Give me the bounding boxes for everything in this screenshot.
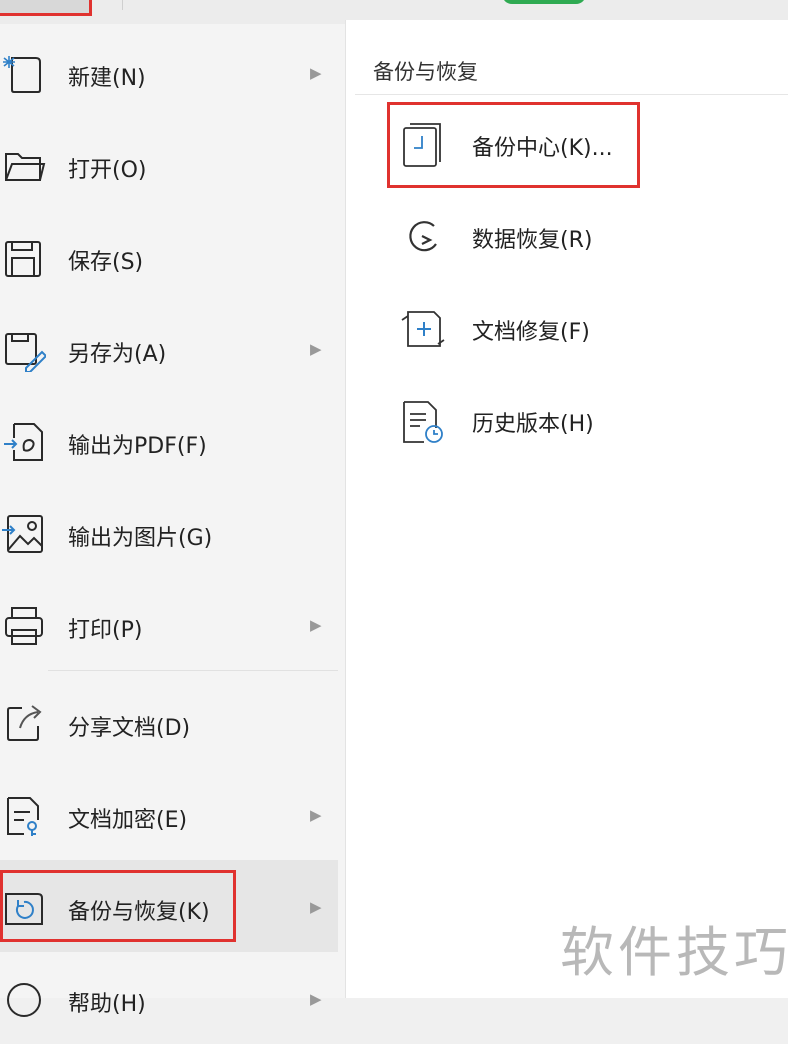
print-icon bbox=[2, 604, 46, 648]
green-action-button[interactable] bbox=[502, 0, 586, 4]
menu-item-label: 输出为PDF(F) bbox=[68, 434, 207, 459]
menu-item-label: 帮助(H) bbox=[68, 992, 146, 1017]
document-repair-icon bbox=[400, 306, 446, 352]
menu-item-new[interactable]: 新建(N) ▶ bbox=[0, 26, 338, 118]
menu-item-print[interactable]: 打印(P) ▶ bbox=[0, 578, 338, 670]
menu-item-save[interactable]: 保存(S) bbox=[0, 210, 338, 302]
submenu-arrow-icon: ▶ bbox=[310, 616, 322, 634]
toolbar-divider bbox=[122, 0, 123, 10]
history-version-icon bbox=[400, 398, 446, 444]
highlight-box-backup-restore bbox=[0, 870, 236, 942]
submenu-title-divider bbox=[355, 94, 788, 95]
menu-item-label: 打开(O) bbox=[68, 158, 147, 183]
save-icon bbox=[2, 236, 46, 280]
submenu-item-label: 文档修复(F) bbox=[472, 320, 590, 345]
submenu-item-history-version[interactable]: 历史版本(H) bbox=[400, 390, 780, 450]
menu-item-open[interactable]: 打开(O) bbox=[0, 118, 338, 210]
menu-item-label: 输出为图片(G) bbox=[68, 526, 213, 551]
menu-item-help[interactable]: 帮助(H) ▶ bbox=[0, 952, 338, 1044]
menu-item-label: 保存(S) bbox=[68, 250, 144, 275]
menu-item-export-pdf[interactable]: 输出为PDF(F) bbox=[0, 394, 338, 486]
export-pdf-icon bbox=[2, 420, 46, 464]
share-icon bbox=[2, 702, 46, 746]
menu-item-label: 另存为(A) bbox=[68, 342, 167, 367]
file-menu-button[interactable] bbox=[0, 0, 92, 16]
submenu-arrow-icon: ▶ bbox=[310, 340, 322, 358]
menu-divider bbox=[48, 670, 338, 671]
submenu-title: 备份与恢复 bbox=[373, 60, 478, 84]
submenu-arrow-icon: ▶ bbox=[310, 990, 322, 1008]
menu-item-label: 文档加密(E) bbox=[68, 808, 188, 833]
data-recovery-icon bbox=[400, 214, 446, 260]
submenu-item-label: 数据恢复(R) bbox=[472, 228, 593, 253]
help-icon bbox=[2, 978, 46, 1022]
menu-item-encrypt[interactable]: 文档加密(E) ▶ bbox=[0, 768, 338, 860]
submenu-item-document-repair[interactable]: 文档修复(F) bbox=[400, 298, 780, 358]
submenu-arrow-icon: ▶ bbox=[310, 898, 322, 916]
menu-item-export-image[interactable]: 输出为图片(G) bbox=[0, 486, 338, 578]
new-file-icon bbox=[2, 52, 46, 96]
submenu-item-label: 历史版本(H) bbox=[472, 412, 594, 437]
watermark-text: 软件技巧 bbox=[560, 921, 788, 984]
watermark: 软件技巧 bbox=[552, 882, 788, 998]
submenu-arrow-icon: ▶ bbox=[310, 806, 322, 824]
save-as-icon bbox=[2, 328, 48, 373]
menu-item-label: 分享文档(D) bbox=[68, 716, 191, 741]
menu-item-save-as[interactable]: 另存为(A) ▶ bbox=[0, 302, 338, 394]
menu-item-share[interactable]: 分享文档(D) bbox=[0, 676, 338, 768]
submenu-arrow-icon: ▶ bbox=[310, 64, 322, 82]
menu-item-label: 打印(P) bbox=[68, 618, 143, 643]
menu-item-label: 新建(N) bbox=[68, 66, 146, 91]
submenu-item-data-recovery[interactable]: 数据恢复(R) bbox=[400, 206, 780, 266]
highlight-box-backup-center bbox=[387, 102, 640, 188]
folder-open-icon bbox=[2, 144, 46, 188]
export-image-icon bbox=[2, 512, 46, 556]
encrypt-icon bbox=[2, 794, 46, 838]
